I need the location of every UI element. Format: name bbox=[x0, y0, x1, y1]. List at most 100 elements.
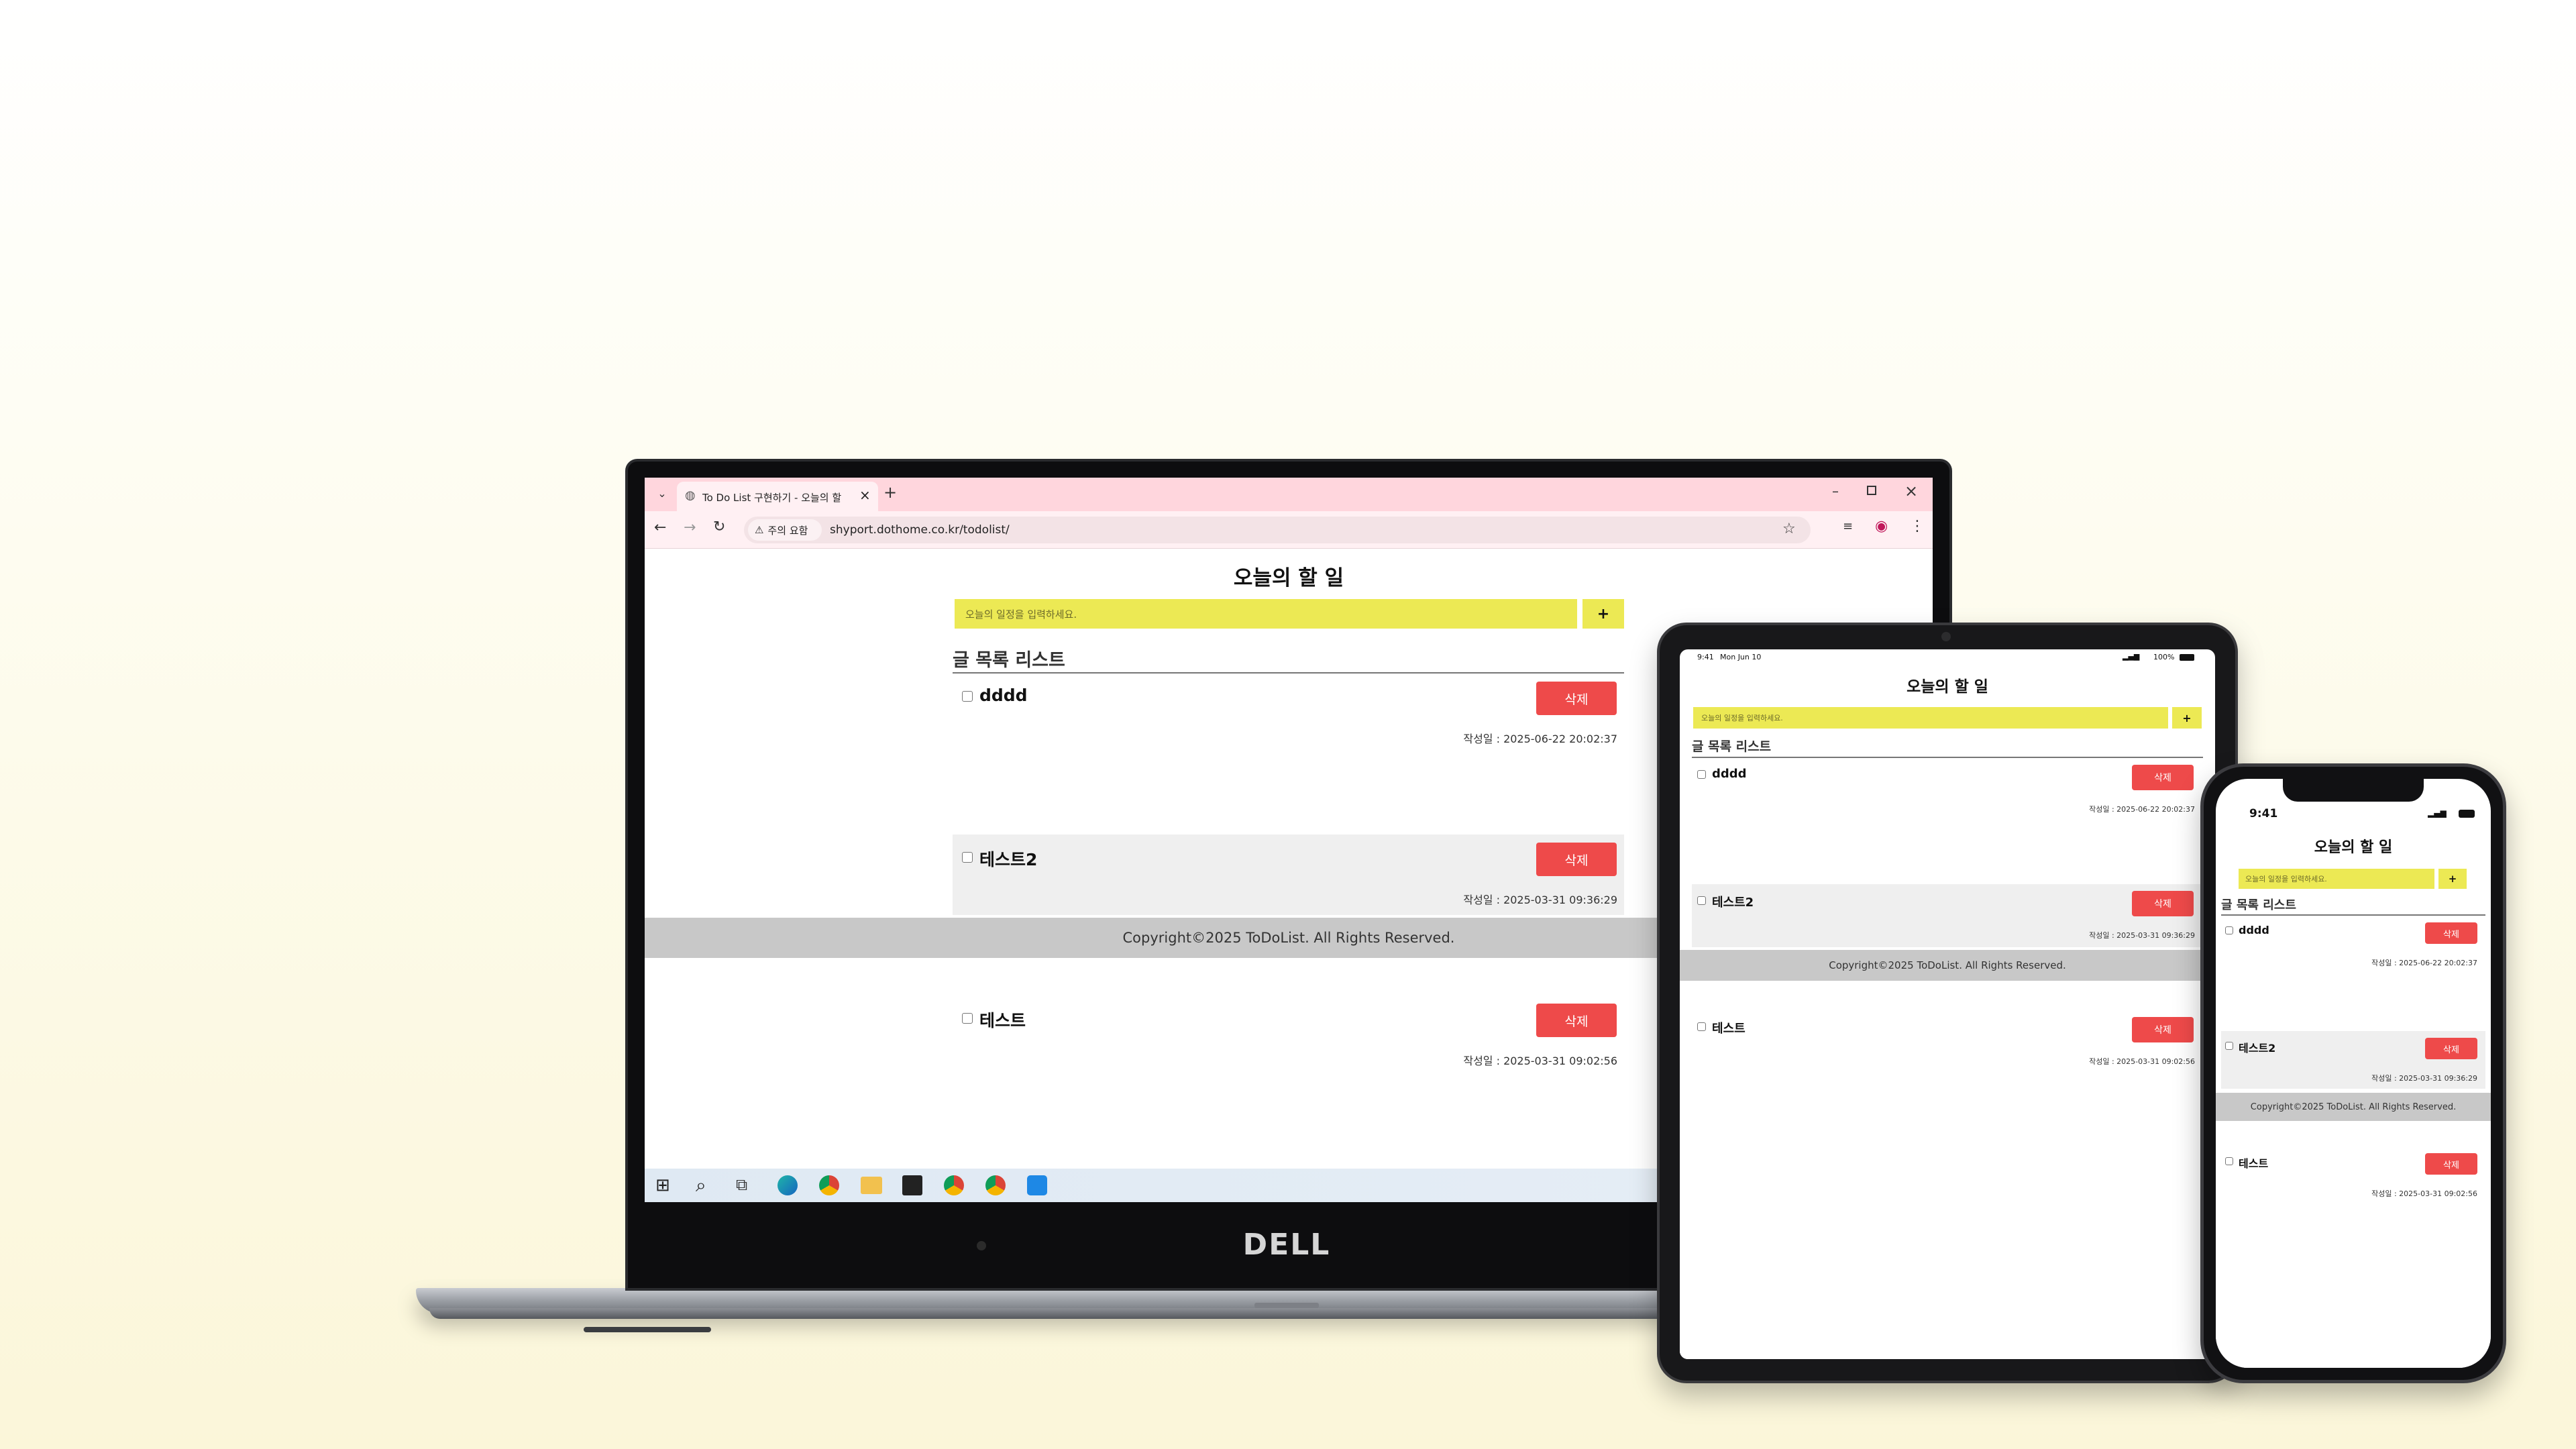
signal-icon: ▂▄▆ bbox=[2123, 652, 2140, 661]
todo-date: 작성일 : 2025-03-31 09:36:29 bbox=[2089, 931, 2195, 940]
edge-icon[interactable] bbox=[777, 1175, 798, 1195]
todo-text: 테스트 bbox=[979, 1011, 1026, 1030]
add-button[interactable]: + bbox=[2438, 869, 2467, 889]
restore-icon[interactable] bbox=[1867, 486, 1876, 495]
browser-tab-strip: ⌄ ◍ To Do List 구현하기 - 오늘의 할 × + – × bbox=[645, 478, 1933, 511]
battery-icon bbox=[2180, 654, 2194, 661]
todo-text: 테스트 bbox=[2239, 1157, 2269, 1170]
delete-button[interactable]: 삭제 bbox=[2425, 1038, 2477, 1059]
todo-date: 작성일 : 2025-03-31 09:36:29 bbox=[1463, 894, 1617, 906]
windows-icon[interactable]: ⊞ bbox=[655, 1175, 670, 1195]
todo-item: dddd 삭제 작성일 : 2025-06-22 20:02:37 bbox=[1692, 758, 2203, 821]
tab-list-chevron-icon[interactable]: ⌄ bbox=[654, 486, 670, 502]
sticky-notes-icon[interactable] bbox=[902, 1175, 922, 1195]
delete-button[interactable]: 삭제 bbox=[1536, 843, 1617, 876]
globe-icon: ◍ bbox=[685, 488, 696, 502]
laptop-lid-dot bbox=[977, 1241, 986, 1250]
bookmark-star-icon[interactable]: ☆ bbox=[1782, 521, 1796, 537]
phone-screen: 9:41 ▂▄▆ 오늘의 할 일 오늘의 일정을 입력하세요. + 글 목록 리… bbox=[2216, 779, 2491, 1368]
delete-button[interactable]: 삭제 bbox=[2132, 891, 2194, 916]
laptop-brand-logo: DELL bbox=[1242, 1228, 1331, 1262]
add-button[interactable]: + bbox=[2172, 707, 2202, 729]
tablet-camera bbox=[1941, 632, 1951, 641]
vscode-icon[interactable] bbox=[1027, 1175, 1047, 1195]
tab-title: To Do List 구현하기 - 오늘의 할 bbox=[702, 492, 842, 504]
close-tab-icon[interactable]: × bbox=[859, 487, 871, 503]
browser-toolbar: ← → ↻ ⚠ 주의 요함 shyport.dothome.co.kr/todo… bbox=[645, 511, 1933, 549]
add-todo-form: 오늘의 일정을 입력하세요. + bbox=[2239, 869, 2467, 889]
menu-kebab-icon[interactable]: ⋮ bbox=[1910, 518, 1925, 535]
file-explorer-icon[interactable] bbox=[861, 1177, 882, 1194]
delete-button[interactable]: 삭제 bbox=[2132, 1017, 2194, 1042]
list-heading: 글 목록 리스트 bbox=[2221, 896, 2485, 916]
todo-date: 작성일 : 2025-03-31 09:36:29 bbox=[2371, 1074, 2477, 1083]
todo-text: dddd bbox=[1712, 767, 1747, 781]
todo-input[interactable]: 오늘의 일정을 입력하세요. bbox=[1693, 707, 2168, 729]
todo-item: 테스트2 삭제 작성일 : 2025-03-31 09:36:29 bbox=[2221, 1031, 2485, 1089]
todo-checkbox[interactable] bbox=[1697, 896, 1706, 905]
delete-button[interactable]: 삭제 bbox=[1536, 682, 1617, 715]
minimize-icon[interactable]: – bbox=[1832, 483, 1839, 499]
todo-date: 작성일 : 2025-03-31 09:02:56 bbox=[2089, 1057, 2195, 1066]
address-bar[interactable]: ⚠ 주의 요함 shyport.dothome.co.kr/todolist/ … bbox=[744, 517, 1811, 543]
todo-checkbox[interactable] bbox=[2225, 1157, 2233, 1165]
browser-tab[interactable]: ◍ To Do List 구현하기 - 오늘의 할 × bbox=[677, 482, 878, 511]
add-button[interactable]: + bbox=[1582, 599, 1624, 629]
todo-checkbox[interactable] bbox=[2225, 926, 2233, 934]
list-heading: 글 목록 리스트 bbox=[953, 643, 1624, 674]
todo-item: dddd 삭제 작성일 : 2025-06-22 20:02:37 bbox=[953, 674, 1624, 754]
todo-text: 테스트2 bbox=[979, 850, 1038, 869]
todo-checkbox[interactable] bbox=[1697, 1022, 1706, 1031]
status-time: 9:41 bbox=[1697, 653, 1714, 661]
delete-button[interactable]: 삭제 bbox=[2425, 922, 2477, 944]
close-window-icon[interactable]: × bbox=[1904, 482, 1918, 500]
status-date: Mon Jun 10 bbox=[1720, 653, 1762, 661]
todo-checkbox[interactable] bbox=[962, 691, 973, 702]
reload-icon[interactable]: ↻ bbox=[713, 519, 725, 535]
status-battery: 100% bbox=[2153, 653, 2175, 661]
todo-text: 테스트 bbox=[1712, 1022, 1746, 1036]
phone-notch bbox=[2283, 779, 2424, 802]
delete-button[interactable]: 삭제 bbox=[2425, 1153, 2477, 1175]
add-todo-form: 오늘의 일정을 입력하세요. + bbox=[955, 599, 1624, 629]
laptop-hinge-notch bbox=[1254, 1303, 1319, 1308]
todo-item: 테스트2 삭제 작성일 : 2025-03-31 09:36:29 bbox=[1692, 884, 2203, 947]
search-icon[interactable]: ⌕ bbox=[696, 1174, 706, 1197]
delete-button[interactable]: 삭제 bbox=[1536, 1004, 1617, 1037]
task-view-icon[interactable]: ⧉ bbox=[736, 1175, 747, 1194]
page-title: 오늘의 할 일 bbox=[2314, 839, 2393, 856]
todo-item: 테스트 삭제 작성일 : 2025-03-31 09:02:56 bbox=[2221, 1146, 2485, 1204]
todo-date: 작성일 : 2025-06-22 20:02:37 bbox=[2089, 805, 2195, 814]
profile-icon[interactable]: ◉ bbox=[1875, 518, 1888, 535]
todo-checkbox[interactable] bbox=[962, 852, 973, 863]
todo-date: 작성일 : 2025-03-31 09:02:56 bbox=[1463, 1055, 1617, 1067]
chrome-profile-icon[interactable] bbox=[944, 1175, 964, 1195]
tablet-app: 오늘의 할 일 오늘의 일정을 입력하세요. + 글 목록 리스트 dddd 삭… bbox=[1680, 664, 2215, 1359]
media-control-icon[interactable]: ≡ bbox=[1843, 519, 1853, 533]
todo-checkbox[interactable] bbox=[1697, 770, 1706, 779]
battery-icon bbox=[2459, 810, 2475, 818]
warning-icon: ⚠ bbox=[755, 524, 764, 536]
back-icon[interactable]: ← bbox=[654, 519, 666, 536]
security-chip[interactable]: ⚠ 주의 요함 bbox=[748, 519, 822, 541]
todo-item: dddd 삭제 작성일 : 2025-06-22 20:02:37 bbox=[2221, 916, 2485, 973]
todo-checkbox[interactable] bbox=[2225, 1042, 2233, 1050]
tablet-device: 9:41 Mon Jun 10 ▂▄▆ 100% 오늘의 할 일 오늘의 일정을… bbox=[1657, 623, 2238, 1383]
todo-date: 작성일 : 2025-06-22 20:02:37 bbox=[2371, 959, 2477, 967]
todo-input[interactable]: 오늘의 일정을 입력하세요. bbox=[955, 599, 1577, 629]
chrome-icon[interactable] bbox=[819, 1175, 839, 1195]
delete-button[interactable]: 삭제 bbox=[2132, 765, 2194, 790]
todo-item: 테스트2 삭제 작성일 : 2025-03-31 09:36:29 bbox=[953, 835, 1624, 915]
phone-app: 오늘의 할 일 오늘의 일정을 입력하세요. + 글 목록 리스트 dddd 삭… bbox=[2216, 827, 2491, 1368]
todo-text: dddd bbox=[2239, 924, 2269, 936]
url-text: shyport.dothome.co.kr/todolist/ bbox=[830, 523, 1010, 537]
status-time: 9:41 bbox=[2249, 807, 2278, 820]
forward-icon[interactable]: → bbox=[684, 519, 696, 536]
new-tab-icon[interactable]: + bbox=[883, 483, 897, 502]
chrome-profile-2-icon[interactable] bbox=[985, 1175, 1006, 1195]
todo-checkbox[interactable] bbox=[962, 1013, 973, 1024]
todo-input[interactable]: 오늘의 일정을 입력하세요. bbox=[2239, 869, 2434, 889]
signal-icon: ▂▄▆ bbox=[2428, 808, 2447, 818]
todo-date: 작성일 : 2025-06-22 20:02:37 bbox=[1463, 733, 1617, 745]
page-title: 오늘의 할 일 bbox=[1233, 566, 1344, 590]
